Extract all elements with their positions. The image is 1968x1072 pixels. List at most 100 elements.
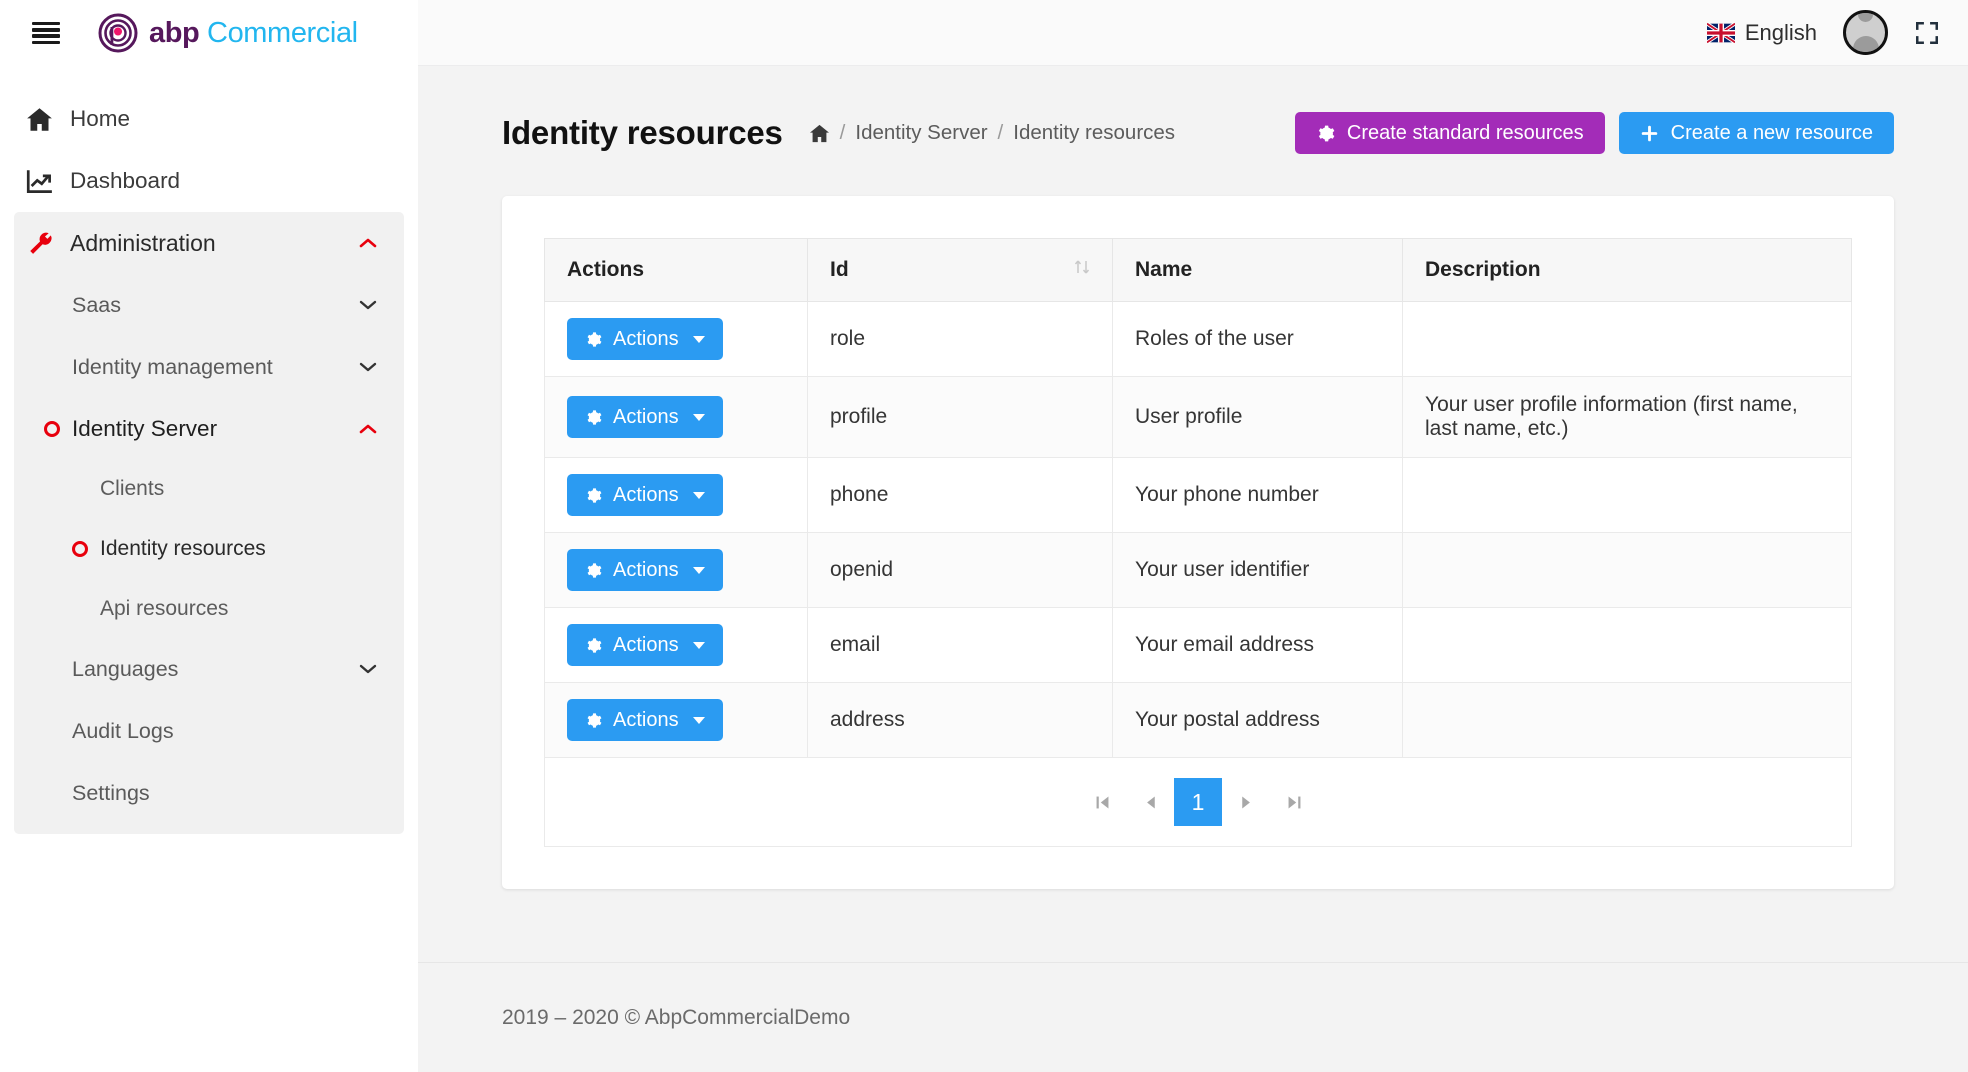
sidebar-item-audit-logs[interactable]: Audit Logs <box>14 700 404 762</box>
brand-row: abp Commercial <box>0 0 418 66</box>
home-icon <box>26 107 70 132</box>
table-row: Actions profile User profile Your user p… <box>545 377 1852 458</box>
page-next-icon[interactable] <box>1222 778 1270 826</box>
brand-name-primary: abp <box>149 17 199 49</box>
brand-name-secondary: Commercial <box>207 17 358 49</box>
column-header-id[interactable]: Id <box>808 239 1113 302</box>
cell-description <box>1403 608 1852 683</box>
create-standard-resources-button[interactable]: Create standard resources <box>1295 112 1605 154</box>
sidebar-item-settings[interactable]: Settings <box>14 762 404 824</box>
row-actions-button[interactable]: Actions <box>567 396 723 438</box>
breadcrumb: / Identity Server / Identity resources <box>809 121 1175 145</box>
cell-id: profile <box>808 377 1113 458</box>
sidebar-item-administration[interactable]: Administration <box>14 212 404 274</box>
chevron-down-icon[interactable] <box>358 659 378 679</box>
chevron-up-icon[interactable] <box>358 419 378 439</box>
language-selector[interactable]: English <box>1707 20 1817 46</box>
sidebar-item-saas[interactable]: Saas <box>14 274 404 336</box>
footer: 2019 – 2020 © AbpCommercialDemo <box>418 962 1968 1072</box>
cell-actions: Actions <box>545 533 808 608</box>
plus-icon <box>1640 124 1659 143</box>
row-actions-label: Actions <box>613 634 679 657</box>
chevron-down-icon[interactable] <box>358 295 378 315</box>
sort-updown-icon[interactable] <box>1074 257 1090 283</box>
row-actions-button[interactable]: Actions <box>567 318 723 360</box>
cell-description <box>1403 683 1852 758</box>
row-actions-button[interactable]: Actions <box>567 549 723 591</box>
brand-logo-group[interactable]: abp Commercial <box>98 13 358 53</box>
page-number-1[interactable]: 1 <box>1174 778 1222 826</box>
user-avatar-icon[interactable] <box>1843 10 1888 55</box>
sidebar-item-clients[interactable]: Clients <box>14 460 404 518</box>
chevron-down-icon <box>693 336 705 343</box>
breadcrumb-separator: / <box>998 121 1004 145</box>
page-header-actions: Create standard resources Create a new r… <box>1295 112 1894 154</box>
sidebar-item-languages[interactable]: Languages <box>14 638 404 700</box>
gear-icon <box>585 409 602 426</box>
create-new-resource-button[interactable]: Create a new resource <box>1619 112 1894 154</box>
footer-copyright: 2019 – 2020 © AbpCommercialDemo <box>502 1006 850 1030</box>
cell-actions: Actions <box>545 608 808 683</box>
sidebar-item-identity-server[interactable]: Identity Server <box>14 398 404 460</box>
row-actions-button[interactable]: Actions <box>567 624 723 666</box>
table-body: Actions role Roles of the user <box>545 302 1852 847</box>
active-dot-icon <box>72 541 88 557</box>
abp-spiral-logo-icon <box>98 13 138 53</box>
cell-description: Your user profile information (first nam… <box>1403 377 1852 458</box>
column-header-description: Description <box>1403 239 1852 302</box>
column-header-actions: Actions <box>545 239 808 302</box>
chevron-up-icon[interactable] <box>358 233 378 253</box>
hamburger-icon[interactable] <box>32 22 60 44</box>
cell-name: Your user identifier <box>1113 533 1403 608</box>
create-new-resource-label: Create a new resource <box>1671 122 1873 145</box>
main-area: English Identity resources / Identity Se… <box>418 0 1968 1072</box>
page-last-icon[interactable] <box>1270 778 1318 826</box>
sidebar-item-label: Administration <box>70 230 216 257</box>
page-content: Identity resources / Identity Server / I… <box>418 66 1968 962</box>
cell-id: phone <box>808 458 1113 533</box>
sidebar-item-api-resources[interactable]: Api resources <box>14 580 404 638</box>
breadcrumb-separator: / <box>840 121 846 145</box>
cell-id: role <box>808 302 1113 377</box>
gear-icon <box>585 487 602 504</box>
cell-description <box>1403 533 1852 608</box>
chart-line-icon <box>26 169 70 194</box>
chevron-down-icon <box>693 492 705 499</box>
table-row: Actions phone Your phone number <box>545 458 1852 533</box>
language-label: English <box>1745 20 1817 46</box>
fullscreen-icon[interactable] <box>1914 20 1940 46</box>
sidebar-item-identity-resources[interactable]: Identity resources <box>14 518 404 580</box>
page-first-icon[interactable] <box>1078 778 1126 826</box>
chevron-down-icon[interactable] <box>358 357 378 377</box>
create-standard-resources-label: Create standard resources <box>1347 122 1584 145</box>
active-dot-icon <box>44 421 60 437</box>
sidebar-item-label: Api resources <box>100 597 228 621</box>
sidebar-item-label: Audit Logs <box>72 719 174 744</box>
gear-icon <box>585 637 602 654</box>
cell-id: openid <box>808 533 1113 608</box>
page-prev-icon[interactable] <box>1126 778 1174 826</box>
row-actions-label: Actions <box>613 484 679 507</box>
column-header-id-label: Id <box>830 258 849 281</box>
sidebar-item-identity-management[interactable]: Identity management <box>14 336 404 398</box>
gear-icon <box>585 712 602 729</box>
sidebar: abp Commercial Home Dashbo <box>0 0 418 1072</box>
row-actions-button[interactable]: Actions <box>567 474 723 516</box>
row-actions-label: Actions <box>613 328 679 351</box>
sidebar-item-home[interactable]: Home <box>0 88 418 150</box>
pagination-cell: 1 <box>545 758 1852 847</box>
sidebar-group-administration: Administration Saas Identity management <box>14 212 404 834</box>
breadcrumb-item-identity-server[interactable]: Identity Server <box>855 121 987 145</box>
sidebar-nav: Home Dashboard <box>0 66 418 834</box>
gear-icon <box>585 331 602 348</box>
sidebar-item-dashboard[interactable]: Dashboard <box>0 150 418 212</box>
table-row: Actions address Your postal address <box>545 683 1852 758</box>
sidebar-item-label: Saas <box>72 293 121 318</box>
avatar-glyph <box>1846 10 1885 52</box>
row-actions-button[interactable]: Actions <box>567 699 723 741</box>
home-icon[interactable] <box>809 124 830 143</box>
breadcrumb-item-identity-resources[interactable]: Identity resources <box>1013 121 1175 145</box>
pagination-row: 1 <box>545 758 1852 847</box>
sidebar-item-label: Languages <box>72 657 178 682</box>
wrench-icon <box>26 230 70 256</box>
